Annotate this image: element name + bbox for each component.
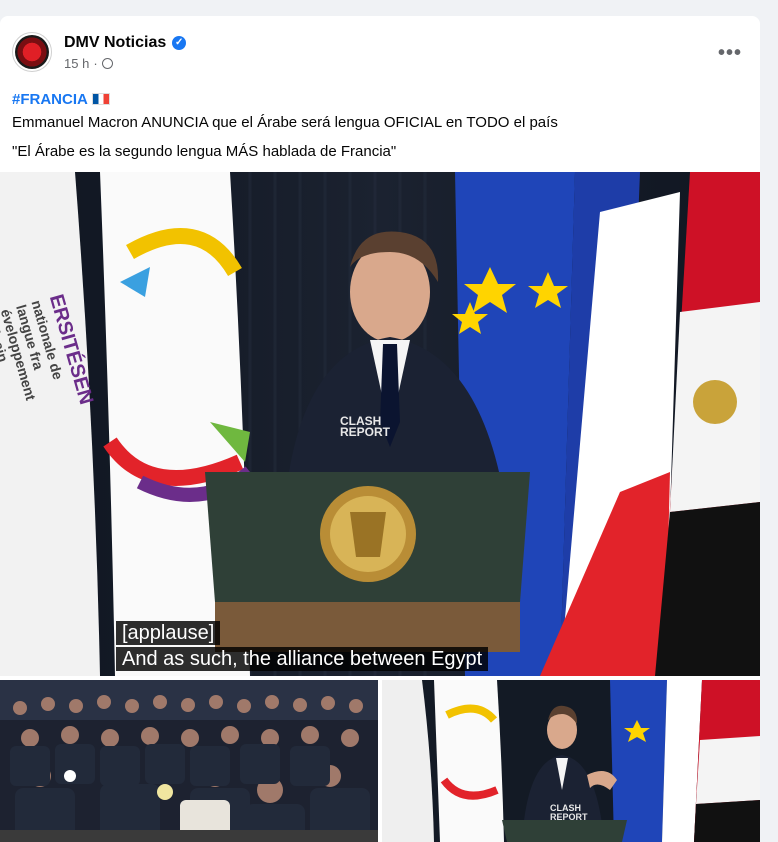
- caption-line-2: And as such, the alliance between Egypt: [116, 647, 489, 671]
- france-flag-icon: [91, 93, 110, 105]
- watermark-bottom: REPORT: [340, 425, 391, 439]
- page-name-row: DMV Noticias ✓: [64, 34, 187, 52]
- main-video-frame[interactable]: CLASH REPORT ERSITÉSEN nationale de lang…: [0, 172, 760, 676]
- post-card: DMV Noticias ✓ 15 h · ••• #FRANCIA Emman…: [0, 16, 760, 842]
- verified-badge-icon: ✓: [172, 35, 187, 50]
- page-name[interactable]: DMV Noticias: [64, 34, 166, 52]
- speech-thumbnail[interactable]: CLASH REPORT: [382, 680, 760, 842]
- post-media: CLASH REPORT ERSITÉSEN nationale de lang…: [0, 172, 760, 842]
- post-subline: 15 h ·: [64, 56, 186, 71]
- more-options-icon[interactable]: •••: [718, 42, 742, 65]
- clash-report-watermark-small: CLASH REPORT: [550, 804, 588, 822]
- hashtag-link[interactable]: #FRANCIA: [12, 91, 88, 108]
- separator-dot: ·: [93, 55, 98, 71]
- globe-icon[interactable]: [101, 57, 113, 69]
- post-text: #FRANCIA Emmanuel Macron ANUNCIA que el …: [12, 88, 558, 163]
- post-meta: DMV Noticias ✓ 15 h ·: [64, 34, 187, 71]
- video-caption: [applause] And as such, the alliance bet…: [116, 620, 489, 672]
- audience-thumbnail[interactable]: [0, 680, 378, 842]
- post-time[interactable]: 15 h: [64, 56, 89, 71]
- audience-scene: [0, 680, 378, 842]
- post-text-line-1: Emmanuel Macron ANUNCIA que el Árabe ser…: [12, 114, 558, 131]
- page-avatar[interactable]: [12, 32, 52, 72]
- caption-line-1: [applause]: [116, 621, 221, 645]
- hashtag-line: #FRANCIA: [12, 88, 558, 111]
- post-text-line-2: "El Árabe es la segundo lengua MÁS habla…: [12, 143, 397, 160]
- clash-report-watermark: CLASH REPORT: [340, 415, 391, 439]
- watermark-small-bottom: REPORT: [550, 812, 588, 822]
- avatar-logo: [15, 35, 49, 69]
- post-header: DMV Noticias ✓ 15 h ·: [12, 30, 187, 74]
